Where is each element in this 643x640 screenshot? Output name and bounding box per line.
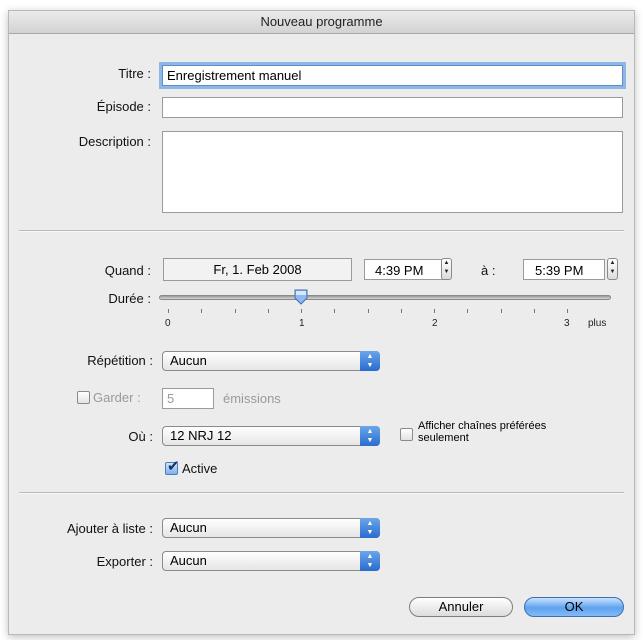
garder-count-input[interactable]: 5 [162,388,214,409]
slider-tick [168,309,169,313]
ajouter-label: Ajouter à liste : [67,521,153,536]
slider-tick [267,309,269,313]
ou-label: Où : [128,429,153,444]
description-label: Description : [78,134,151,149]
tick-label-1: 1 [299,318,305,329]
exporter-label: Exporter : [96,554,153,569]
episode-label: Épisode : [96,99,151,114]
duree-label: Durée : [108,291,151,306]
garder-unit: émissions [223,391,281,406]
start-time-field[interactable]: 4:39 PM [364,259,448,280]
slider-tick [201,309,203,313]
popup-arrows-icon: ▲ ▼ [360,551,380,571]
slider-tick [500,309,502,313]
channel-popup[interactable]: 12 NRJ 12 ▲ ▼ [162,426,380,446]
ok-button[interactable]: OK [524,597,624,617]
slider-tick [400,309,402,313]
separator-bottom [19,492,624,494]
slider-tick [234,309,236,313]
slider-tick [367,309,369,313]
slider-tick [567,309,568,313]
active-checkbox[interactable]: ✔ [165,458,180,475]
slider-track[interactable] [159,295,611,300]
quand-label: Quand : [104,263,151,278]
separator-top [19,230,624,232]
episode-input[interactable] [162,97,623,118]
garder-label: Garder : [93,390,141,405]
stepper-up-icon[interactable]: ▲ [442,259,451,268]
slider-thumb[interactable] [293,289,309,305]
slider-tick [533,309,535,313]
popup-arrows-icon: ▲ ▼ [360,518,380,538]
slider-tick [334,309,336,313]
tick-label-3: 3 [564,318,570,329]
popup-arrows-icon: ▲ ▼ [360,426,380,446]
ajouter-value: Aucun [170,520,207,535]
date-field[interactable]: Fr, 1. Feb 2008 [163,258,352,281]
end-time-field[interactable]: 5:39 PM [523,259,605,280]
preferred-channels-label: Afficher chaînes préférées seulement [418,420,547,444]
tick-label-0: 0 [165,318,171,329]
popup-arrows-icon: ▲ ▼ [360,351,380,371]
start-time-stepper[interactable]: ▲ ▼ [441,258,452,280]
new-program-dialog: Nouveau programme Titre : Enregistrement… [8,10,635,635]
channel-value: 12 NRJ 12 [170,428,232,443]
end-time-stepper[interactable]: ▲ ▼ [607,258,618,280]
titre-label: Titre : [118,66,151,81]
dialog-title: Nouveau programme [9,11,634,34]
a-label: à : [481,263,496,278]
ajouter-liste-popup[interactable]: Aucun ▲ ▼ [162,518,380,538]
cancel-button[interactable]: Annuler [409,597,513,617]
repetition-label: Répétition : [87,353,153,368]
exporter-popup[interactable]: Aucun ▲ ▼ [162,551,380,571]
tick-label-2: 2 [432,318,438,329]
repetition-popup[interactable]: Aucun ▲ ▼ [162,351,380,371]
garder-checkbox[interactable] [77,391,90,404]
preferred-channels-checkbox[interactable] [400,428,413,441]
stepper-down-icon[interactable]: ▼ [442,268,451,277]
slider-tick [301,309,302,313]
stepper-down-icon[interactable]: ▼ [608,268,617,277]
active-label: Active [182,461,218,476]
tick-label-plus: plus [588,318,607,329]
slider-tick [467,309,469,313]
checkmark-icon: ✔ [167,458,180,475]
exporter-value: Aucun [170,553,207,568]
titre-input[interactable]: Enregistrement manuel [162,65,623,86]
stepper-up-icon[interactable]: ▲ [608,259,617,268]
duration-slider[interactable]: 0 1 2 3 plus [159,287,614,337]
description-textarea[interactable] [162,131,623,213]
repetition-value: Aucun [170,353,207,368]
slider-tick [434,309,435,313]
